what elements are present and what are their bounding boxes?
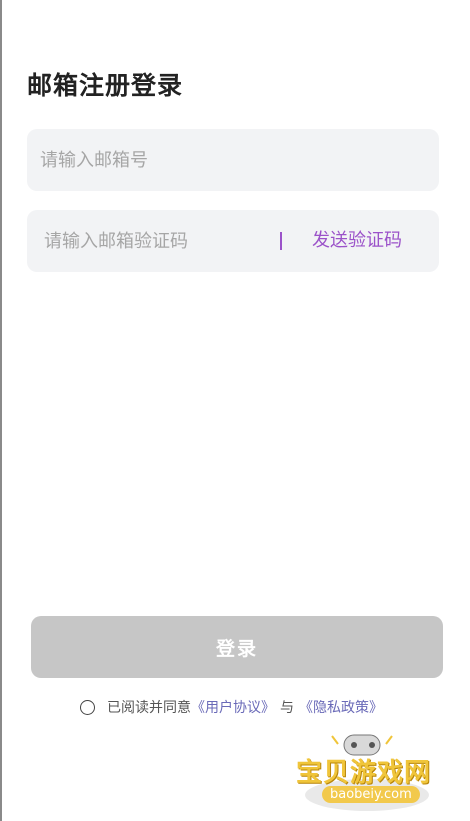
- field-divider: [280, 232, 282, 250]
- page-title: 邮箱注册登录: [27, 71, 184, 100]
- watermark-name: 宝贝游戏网: [296, 758, 432, 788]
- email-input[interactable]: [38, 128, 422, 192]
- privacy-policy-link[interactable]: 《隐私政策》: [299, 697, 383, 717]
- window-edge: [0, 0, 2, 821]
- login-button[interactable]: 登录: [31, 616, 443, 678]
- agree-radio[interactable]: [80, 699, 95, 715]
- verification-code-input[interactable]: [42, 209, 276, 273]
- watermark-url: baobeiy.com: [322, 786, 420, 803]
- agreement-row: 已阅读并同意 《用户协议》 与 《隐私政策》: [80, 696, 383, 718]
- agreement-prefix: 已阅读并同意: [107, 700, 191, 716]
- user-agreement-link[interactable]: 《用户协议》: [191, 697, 275, 717]
- agreement-and: 与: [280, 700, 294, 716]
- send-code-button[interactable]: 发送验证码: [312, 210, 402, 272]
- email-field-container: [27, 128, 439, 192]
- watermark-logo: 宝贝游戏网 baobeiy.com: [292, 730, 442, 815]
- code-field-container: 发送验证码: [27, 209, 439, 273]
